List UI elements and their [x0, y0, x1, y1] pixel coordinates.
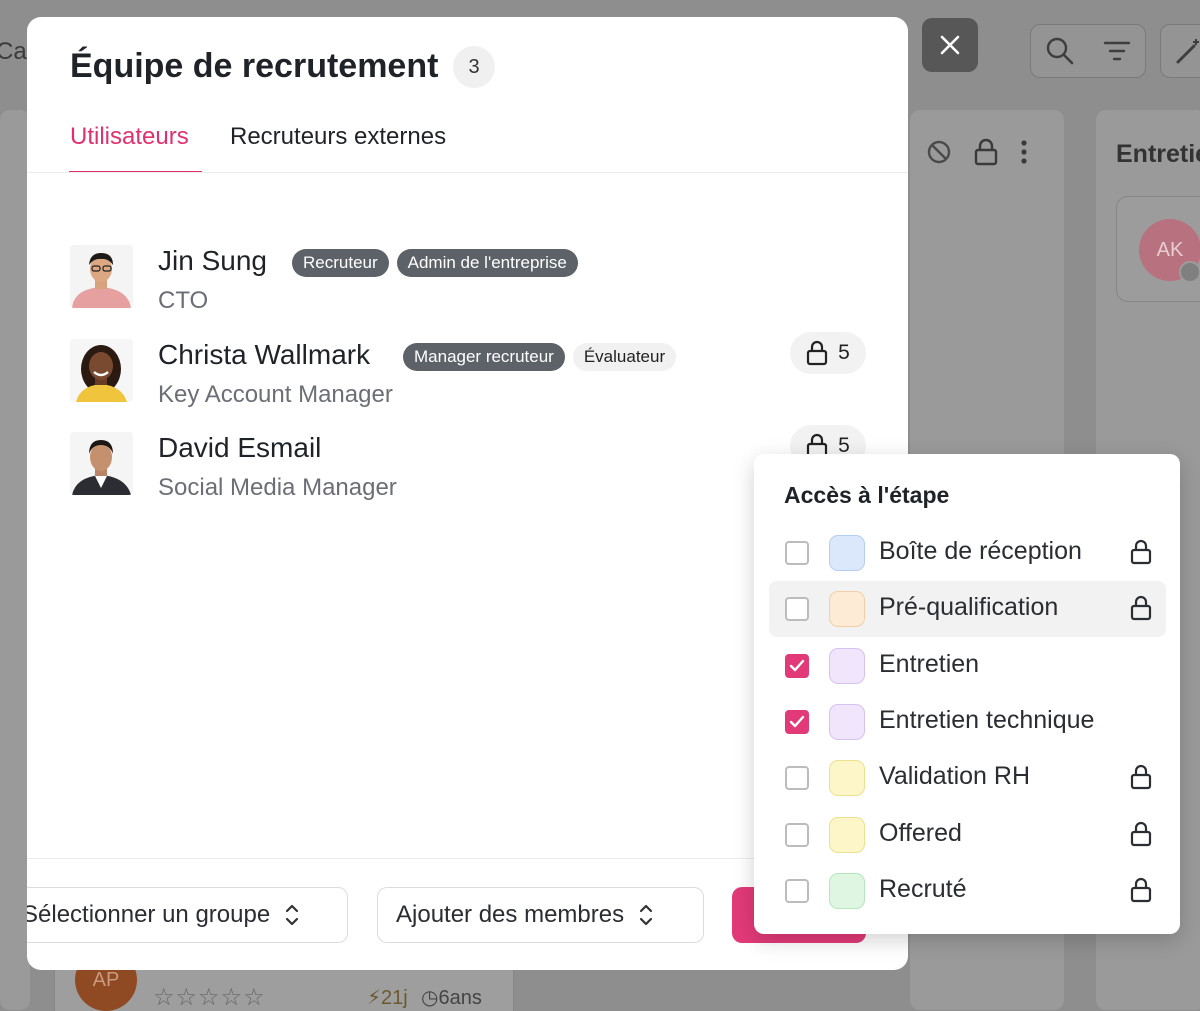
- close-icon: [940, 35, 960, 55]
- more-vertical-icon: [1021, 140, 1027, 164]
- member-row: David Esmail Social Media Manager 5: [70, 425, 870, 512]
- stage-checkbox[interactable]: [785, 597, 809, 622]
- stage-label: Entretien technique: [879, 705, 1095, 734]
- background-search-filter-toolbar: [1030, 24, 1146, 78]
- lock-icon: [807, 340, 828, 366]
- member-role: Key Account Manager: [158, 381, 393, 408]
- lock-icon: [1130, 764, 1152, 795]
- member-name: Jin Sung: [158, 245, 267, 276]
- stage-access-button[interactable]: 5: [790, 332, 866, 374]
- lock-icon: [1130, 595, 1152, 626]
- chevron-up-down-icon: [286, 904, 299, 926]
- avatar: [70, 245, 133, 308]
- member-row: Jin Sung Recruteur Admin de l'entreprise…: [70, 245, 870, 325]
- stage-color-swatch: [829, 647, 865, 684]
- stage-checkbox[interactable]: [785, 822, 809, 847]
- stage-option[interactable]: Entretien technique: [769, 694, 1166, 750]
- popover-title: Accès à l'étape: [784, 482, 950, 508]
- lock-icon: [1130, 539, 1152, 570]
- stage-checkbox[interactable]: [785, 878, 809, 903]
- stage-option[interactable]: Pré-qualification: [769, 581, 1166, 638]
- role-tag: Recruteur: [292, 249, 389, 277]
- lock-icon: [1130, 821, 1152, 852]
- stage-option[interactable]: Entretien: [769, 638, 1166, 694]
- group-select[interactable]: Sélectionner un groupe: [27, 887, 348, 943]
- stage-label: Validation RH: [879, 762, 1031, 791]
- chevron-up-down-icon: [639, 904, 653, 926]
- member-count-badge: 3: [453, 46, 495, 88]
- age-label: ◷6ans: [421, 987, 482, 1009]
- stage-label: Recruté: [879, 874, 967, 903]
- group-select-label: Sélectionner un groupe: [27, 901, 271, 928]
- background-column: [0, 110, 30, 1010]
- locked-stage-count: 5: [838, 341, 850, 364]
- background-candidate-card: AK: [1116, 196, 1200, 302]
- stage-checkbox[interactable]: [785, 766, 809, 791]
- role-tag: Évaluateur: [572, 343, 677, 371]
- stage-option[interactable]: Recruté: [769, 863, 1166, 919]
- filter-icon: [1103, 41, 1131, 61]
- comment-dot-icon: [1179, 261, 1200, 283]
- rating-stars: ☆☆☆☆☆: [153, 984, 266, 1011]
- stage-access-popover: Accès à l'étape Boîte de réception Pré-qu…: [754, 454, 1180, 934]
- days-value: 21j: [381, 987, 408, 1009]
- lock-icon: [1130, 877, 1152, 908]
- member-tags: Recruteur Admin de l'entreprise: [292, 249, 578, 277]
- avatar: [70, 339, 133, 402]
- days-label: ⚡21j: [367, 987, 408, 1009]
- stage-color-swatch: [829, 760, 865, 797]
- magic-wand-icon: [1176, 39, 1199, 64]
- tab-utilisateurs[interactable]: Utilisateurs: [70, 123, 189, 151]
- background-magic-button: [1160, 24, 1200, 78]
- member-role: CTO: [158, 287, 209, 314]
- stage-option[interactable]: Validation RH: [769, 750, 1166, 806]
- background-column-icons: [926, 138, 1028, 166]
- close-modal-button[interactable]: [922, 18, 978, 72]
- stage-option[interactable]: Boîte de réception: [769, 525, 1166, 581]
- member-role: Social Media Manager: [158, 474, 397, 501]
- stage-color-swatch: [829, 535, 865, 571]
- tab-recruteurs-externes[interactable]: Recruteurs externes: [230, 123, 446, 151]
- stage-color-swatch: [829, 703, 865, 740]
- stage-color-swatch: [829, 591, 865, 628]
- add-members-select[interactable]: Ajouter des membres: [377, 887, 704, 943]
- stage-label: Offered: [879, 818, 962, 847]
- lock-icon: [974, 138, 998, 166]
- stage-checkbox[interactable]: [785, 653, 809, 678]
- avatar: [70, 432, 133, 495]
- modal-title: Équipe de recrutement: [70, 47, 439, 85]
- member-name: Christa Wallmark: [158, 339, 371, 370]
- stage-color-swatch: [829, 872, 865, 909]
- age-value: 6ans: [438, 987, 482, 1009]
- stage-label: Entretien: [879, 649, 980, 678]
- stage-checkbox[interactable]: [785, 541, 809, 565]
- background-column-heading: Entretie: [1116, 140, 1200, 168]
- member-name: David Esmail: [158, 432, 322, 463]
- stage-color-swatch: [829, 816, 865, 853]
- tabs-divider: [27, 172, 908, 173]
- stage-label: Boîte de réception: [879, 537, 1082, 565]
- stage-label: Pré-qualification: [879, 593, 1059, 622]
- blocked-icon: [927, 140, 951, 164]
- role-tag: Admin de l'entreprise: [396, 249, 578, 277]
- add-members-label: Ajouter des membres: [396, 901, 625, 928]
- stage-option[interactable]: Offered: [769, 807, 1166, 863]
- role-tag: Manager recruteur: [403, 343, 565, 371]
- member-row: Christa Wallmark Manager recruteur Évalu…: [70, 332, 870, 419]
- stage-checkbox[interactable]: [785, 709, 809, 734]
- member-tags: Manager recruteur Évaluateur: [403, 343, 677, 371]
- search-icon: [1046, 37, 1074, 65]
